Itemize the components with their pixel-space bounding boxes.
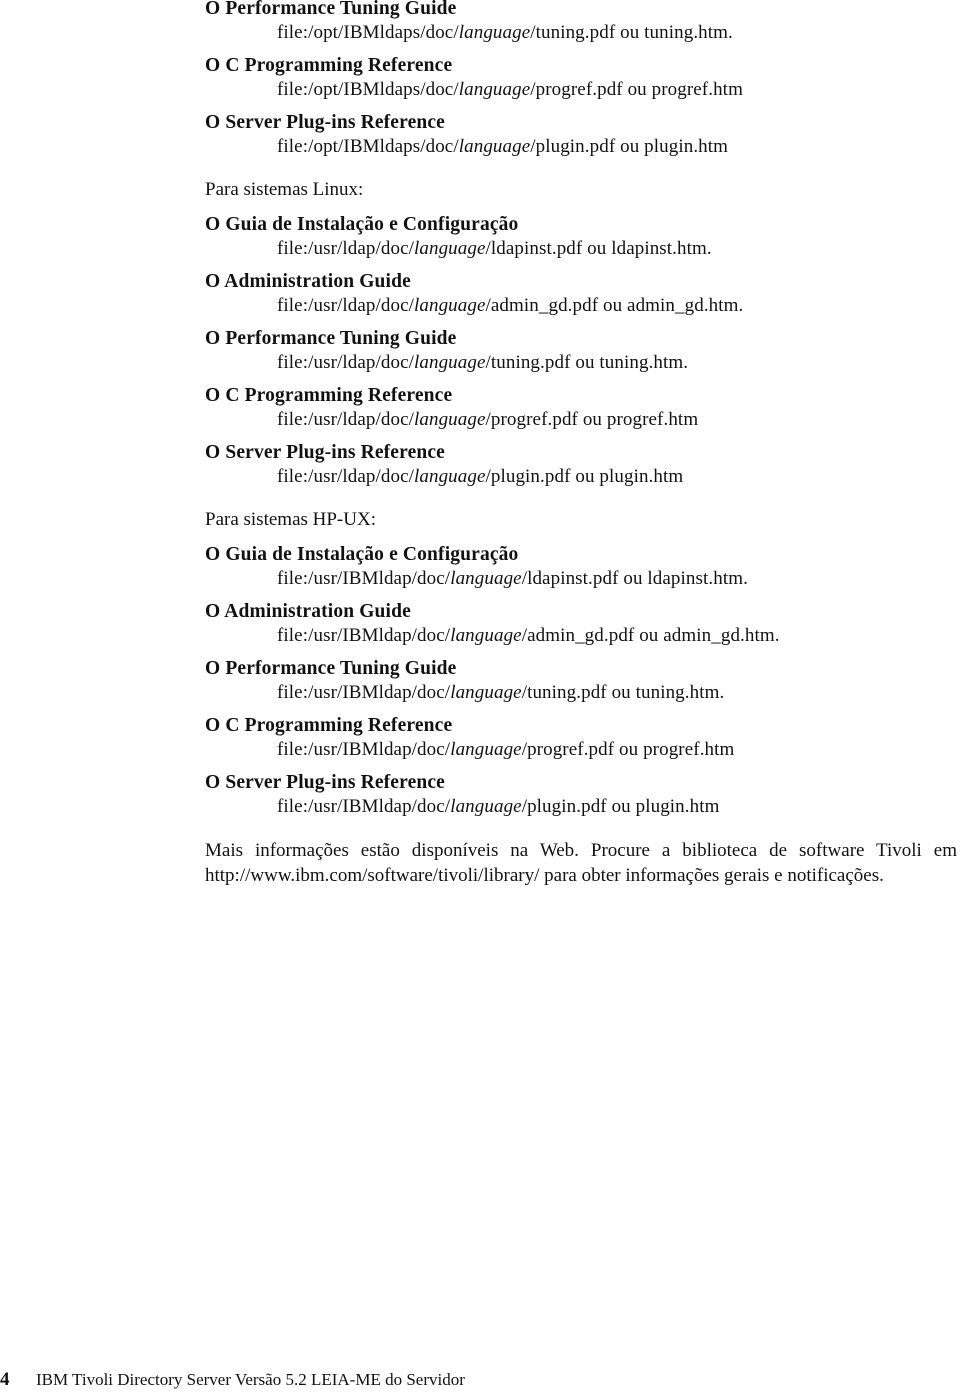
doc-entry: O Guia de Instalação e Configuração file… (205, 213, 960, 261)
path-prefix: file:/opt/IBMldaps/doc/ (277, 136, 459, 157)
path-suffix: /plugin.pdf ou plugin.htm (485, 466, 684, 487)
path-suffix: /admin_gd.pdf ou admin_gd.htm. (485, 295, 744, 316)
path-language: language (450, 796, 522, 817)
section-label-linux: Para sistemas Linux: (205, 179, 364, 200)
path-prefix: file:/usr/IBMldap/doc/ (277, 625, 451, 646)
path-language: language (458, 136, 531, 157)
path-prefix: file:/usr/IBMldap/doc/ (277, 568, 451, 589)
doc-entry-title: O Performance Tuning Guide (205, 328, 457, 349)
path-prefix: file:/opt/IBMldaps/doc/ (277, 22, 459, 43)
path-language: language (413, 238, 486, 259)
doc-entry-path: file:/usr/IBMldap/doc/language/plugin.pd… (205, 795, 960, 819)
path-suffix: /progref.pdf ou progref.htm (521, 739, 735, 760)
section-label-hpux: Para sistemas HP-UX: (205, 509, 376, 530)
path-prefix: file:/opt/IBMldaps/doc/ (277, 79, 459, 100)
doc-entry: O C Programming Reference file:/usr/IBMl… (205, 714, 960, 762)
path-language: language (413, 409, 486, 430)
path-language: language (450, 625, 522, 646)
doc-group-continued: O Performance Tuning Guide file:/opt/IBM… (205, 0, 960, 159)
doc-entry-path: file:/usr/IBMldap/doc/language/ldapinst.… (205, 567, 960, 591)
path-prefix: file:/usr/ldap/doc/ (277, 295, 414, 316)
doc-entry-title: O Performance Tuning Guide (205, 658, 457, 679)
doc-entry: O Administration Guide file:/usr/IBMldap… (205, 600, 960, 648)
doc-entry-path: file:/opt/IBMldaps/doc/language/progref.… (205, 78, 960, 102)
path-prefix: file:/usr/IBMldap/doc/ (277, 739, 451, 760)
doc-entry-title: O Performance Tuning Guide (205, 0, 457, 19)
path-language: language (413, 466, 486, 487)
doc-entry-path: file:/opt/IBMldaps/doc/language/plugin.p… (205, 135, 960, 159)
path-suffix: /ldapinst.pdf ou ldapinst.htm. (485, 238, 712, 259)
doc-entry: O Performance Tuning Guide file:/usr/lda… (205, 327, 960, 375)
path-prefix: file:/usr/ldap/doc/ (277, 409, 414, 430)
path-suffix: /progref.pdf ou progref.htm (530, 79, 743, 100)
path-suffix: /ldapinst.pdf ou ldapinst.htm. (521, 568, 748, 589)
path-language: language (413, 295, 486, 316)
doc-entry-title: O C Programming Reference (205, 55, 453, 76)
path-suffix: /plugin.pdf ou plugin.htm (521, 796, 720, 817)
path-prefix: file:/usr/IBMldap/doc/ (277, 796, 451, 817)
doc-entry-title: O Server Plug-ins Reference (205, 442, 445, 463)
doc-entry: O C Programming Reference file:/usr/ldap… (205, 384, 960, 432)
path-suffix: /tuning.pdf ou tuning.htm. (521, 682, 725, 703)
doc-group-hpux: Para sistemas HP-UX: O Guia de Instalaçã… (205, 508, 960, 819)
doc-entry-path: file:/usr/IBMldap/doc/language/tuning.pd… (205, 681, 960, 705)
doc-entry-title: O Administration Guide (205, 271, 411, 292)
doc-entry-title: O Administration Guide (205, 601, 411, 622)
doc-entry: O C Programming Reference file:/opt/IBMl… (205, 54, 960, 102)
path-language: language (413, 352, 486, 373)
doc-entry: O Server Plug-ins Reference file:/usr/ld… (205, 441, 960, 489)
doc-entry-path: file:/usr/IBMldap/doc/language/progref.p… (205, 738, 960, 762)
doc-entry: O Server Plug-ins Reference file:/usr/IB… (205, 771, 960, 819)
doc-entry: O Performance Tuning Guide file:/usr/IBM… (205, 657, 960, 705)
path-suffix: /progref.pdf ou progref.htm (485, 409, 699, 430)
page-footer: 4 IBM Tivoli Directory Server Versão 5.2 … (0, 1368, 465, 1392)
footer-title: IBM Tivoli Directory Server Versão 5.2 L… (36, 1370, 465, 1389)
doc-entry-title: O Server Plug-ins Reference (205, 772, 445, 793)
doc-entry-path: file:/usr/ldap/doc/language/plugin.pdf o… (205, 465, 960, 489)
doc-entry-path: file:/usr/ldap/doc/language/progref.pdf … (205, 408, 960, 432)
path-prefix: file:/usr/ldap/doc/ (277, 352, 414, 373)
doc-entry: O Administration Guide file:/usr/ldap/do… (205, 270, 960, 318)
doc-entry-title: O C Programming Reference (205, 385, 453, 406)
doc-entry-title: O Guia de Instalação e Configuração (205, 544, 519, 565)
page-number: 4 (0, 1369, 10, 1390)
path-prefix: file:/usr/IBMldap/doc/ (277, 682, 451, 703)
doc-entry-title: O Guia de Instalação e Configuração (205, 214, 519, 235)
doc-entry-path: file:/usr/ldap/doc/language/ldapinst.pdf… (205, 237, 960, 261)
path-language: language (450, 739, 522, 760)
path-language: language (458, 79, 531, 100)
path-suffix: /tuning.pdf ou tuning.htm. (485, 352, 689, 373)
path-language: language (450, 682, 522, 703)
doc-entry: O Performance Tuning Guide file:/opt/IBM… (205, 0, 960, 45)
path-language: language (450, 568, 522, 589)
path-suffix: /admin_gd.pdf ou admin_gd.htm. (521, 625, 780, 646)
path-suffix: /plugin.pdf ou plugin.htm (530, 136, 729, 157)
doc-entry-title: O Server Plug-ins Reference (205, 112, 445, 133)
doc-entry: O Guia de Instalação e Configuração file… (205, 543, 960, 591)
doc-entry-path: file:/usr/ldap/doc/language/tuning.pdf o… (205, 351, 960, 375)
doc-group-linux: Para sistemas Linux: O Guia de Instalaçã… (205, 178, 960, 489)
path-prefix: file:/usr/ldap/doc/ (277, 238, 414, 259)
path-language: language (458, 22, 531, 43)
doc-entry-title: O C Programming Reference (205, 715, 453, 736)
document-body: O Performance Tuning Guide file:/opt/IBM… (205, 0, 960, 907)
path-suffix: /tuning.pdf ou tuning.htm. (530, 22, 733, 43)
doc-entry-path: file:/usr/ldap/doc/language/admin_gd.pdf… (205, 294, 960, 318)
info-paragraph: Mais informações estão disponíveis na We… (205, 840, 957, 886)
doc-entry: O Server Plug-ins Reference file:/opt/IB… (205, 111, 960, 159)
path-prefix: file:/usr/ldap/doc/ (277, 466, 414, 487)
doc-entry-path: file:/usr/IBMldap/doc/language/admin_gd.… (205, 624, 960, 648)
doc-entry-path: file:/opt/IBMldaps/doc/language/tuning.p… (205, 21, 960, 45)
